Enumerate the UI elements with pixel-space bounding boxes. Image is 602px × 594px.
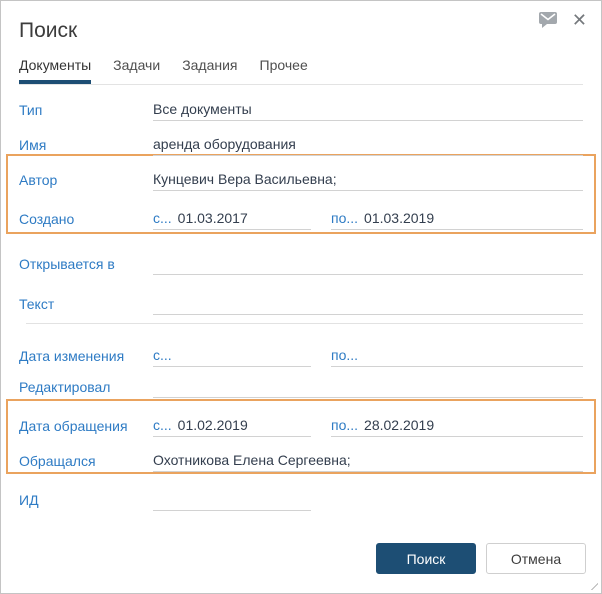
accessed-to-label: по... [331, 417, 358, 433]
created-to-label: по... [331, 210, 358, 226]
row-edited-by: Редактировал [19, 378, 583, 398]
row-created: Создано с... 01.03.2017 по... 01.03.2019 [19, 210, 583, 230]
row-opens-in: Открывается в [19, 255, 583, 275]
row-type: Тип Все документы [19, 101, 583, 121]
edited-by-field[interactable] [153, 378, 583, 398]
modified-to-label: по... [331, 347, 358, 363]
accessed-date-label: Дата обращения [19, 417, 153, 436]
modified-from-field[interactable]: с... [153, 347, 311, 367]
message-icon[interactable] [538, 11, 558, 29]
row-text: Текст [19, 295, 583, 315]
accessed-from-label: с... [153, 417, 172, 433]
created-to-field[interactable]: по... 01.03.2019 [331, 210, 583, 230]
created-from-label: с... [153, 210, 172, 226]
accessed-from-field[interactable]: с... 01.02.2019 [153, 417, 311, 437]
name-label: Имя [19, 136, 153, 155]
tab-other[interactable]: Прочее [260, 55, 308, 84]
tab-documents[interactable]: Документы [19, 55, 91, 84]
type-label: Тип [19, 101, 153, 120]
modified-to-field[interactable]: по... [331, 347, 583, 367]
author-label: Автор [19, 171, 153, 190]
accessed-from-value: 01.02.2019 [178, 417, 248, 433]
opens-in-field[interactable] [153, 255, 583, 275]
section-divider [26, 323, 583, 324]
created-from-value: 01.03.2017 [178, 210, 248, 226]
tab-bar: Документы Задачи Задания Прочее [19, 55, 583, 85]
close-icon[interactable]: ✕ [568, 9, 591, 31]
search-dialog: Поиск ✕ Документы Задачи Задания Прочее … [0, 0, 602, 594]
row-id: ИД [19, 491, 583, 511]
opens-in-label: Открывается в [19, 255, 153, 274]
created-to-value: 01.03.2019 [364, 210, 434, 226]
edited-by-label: Редактировал [19, 378, 153, 397]
window-controls: ✕ [538, 9, 591, 31]
accessed-to-field[interactable]: по... 28.02.2019 [331, 417, 583, 437]
name-field[interactable]: аренда оборудования [153, 136, 583, 156]
text-label: Текст [19, 295, 153, 314]
created-label: Создано [19, 210, 153, 229]
modified-date-label: Дата изменения [19, 347, 153, 366]
row-accessed-date: Дата обращения с... 01.02.2019 по... 28.02… [19, 417, 583, 437]
accessed-by-label: Обращался [19, 452, 153, 471]
type-field[interactable]: Все документы [153, 101, 583, 121]
author-field[interactable]: Кунцевич Вера Васильевна; [153, 171, 583, 191]
accessed-to-value: 28.02.2019 [364, 417, 434, 433]
dialog-title: Поиск [19, 19, 77, 43]
id-field[interactable] [153, 491, 311, 511]
resize-grip[interactable] [591, 583, 598, 590]
row-accessed-by: Обращался Охотникова Елена Сергеевна; [19, 452, 583, 472]
tab-assignments[interactable]: Задания [182, 55, 237, 84]
search-button[interactable]: Поиск [376, 543, 476, 574]
row-modified-date: Дата изменения с... по... [19, 347, 583, 367]
row-name: Имя аренда оборудования [19, 136, 583, 156]
created-from-field[interactable]: с... 01.03.2017 [153, 210, 311, 230]
cancel-button[interactable]: Отмена [486, 543, 586, 574]
tab-tasks[interactable]: Задачи [113, 55, 160, 84]
text-field[interactable] [153, 295, 583, 315]
modified-from-label: с... [153, 347, 172, 363]
row-author: Автор Кунцевич Вера Васильевна; [19, 171, 583, 191]
accessed-by-field[interactable]: Охотникова Елена Сергеевна; [153, 452, 583, 472]
id-label: ИД [19, 491, 153, 510]
